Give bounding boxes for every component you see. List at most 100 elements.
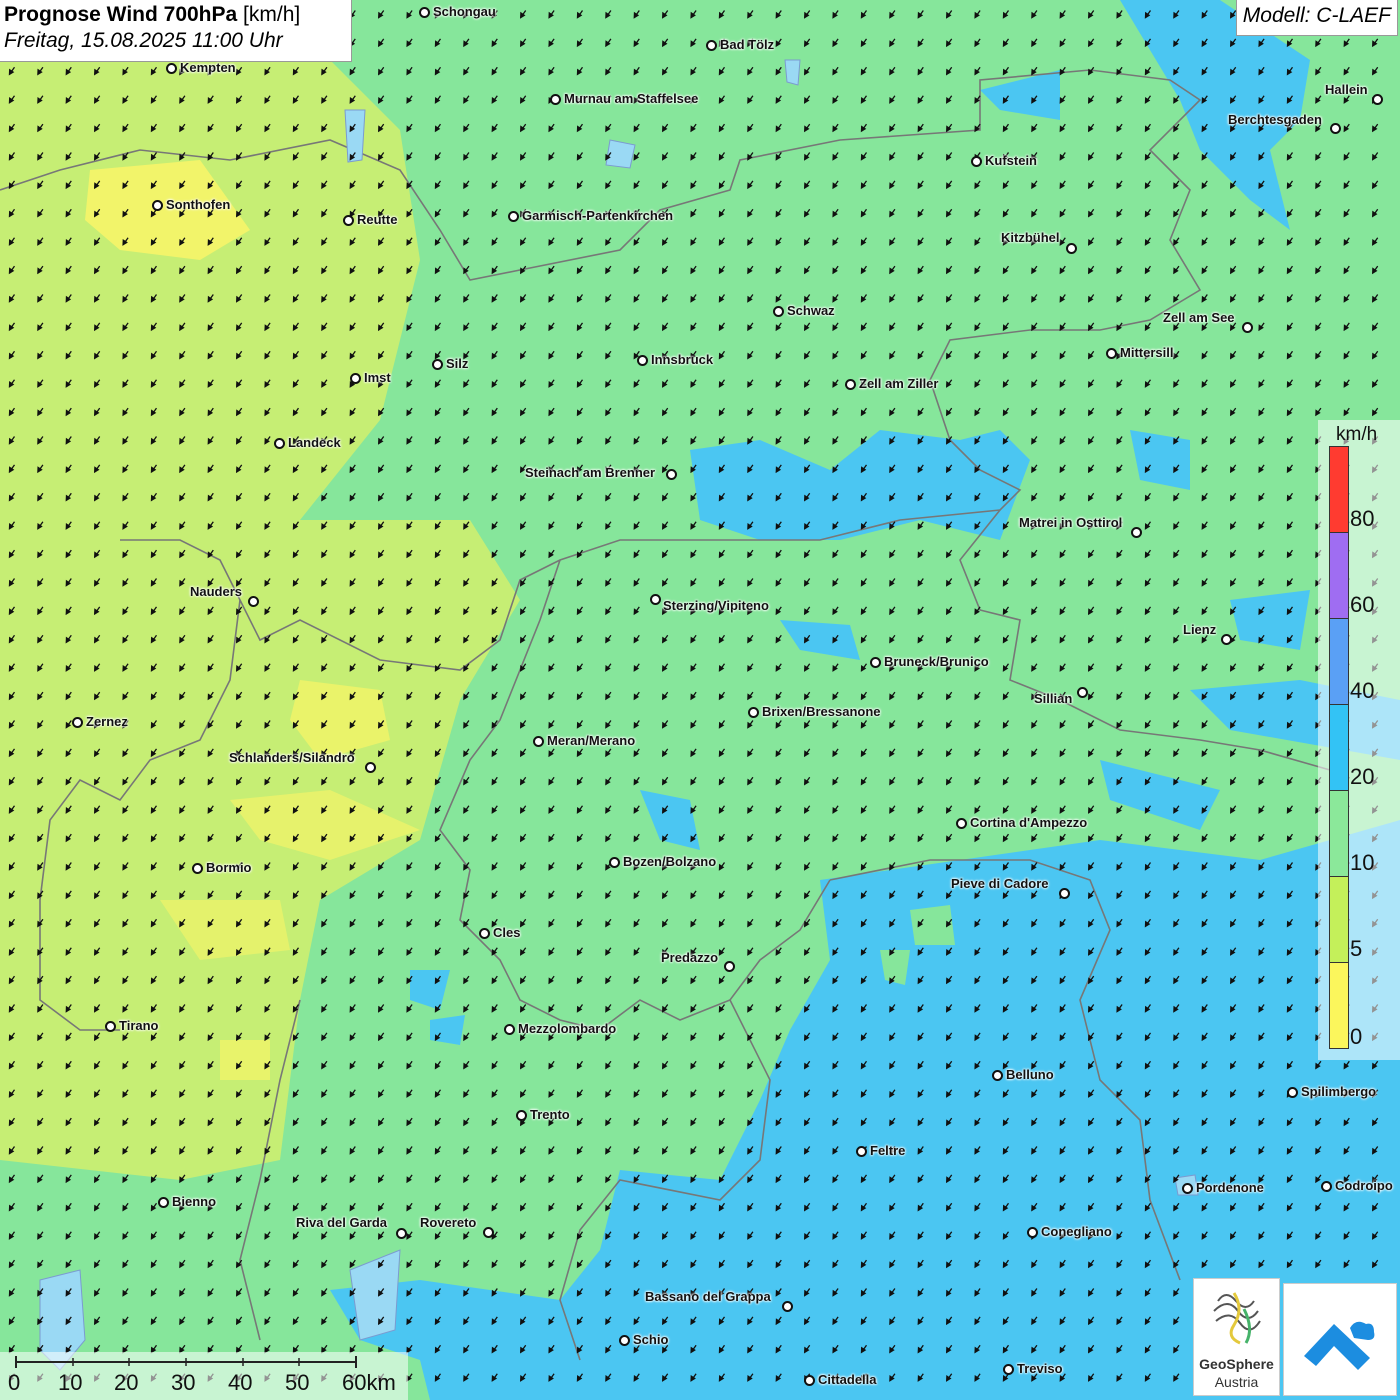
city-marker [72, 717, 83, 728]
city-marker [152, 200, 163, 211]
city-marker [1003, 1364, 1014, 1375]
legend-label: 20 [1350, 764, 1375, 789]
scale-label: 0 [8, 1370, 21, 1395]
city-marker [870, 657, 881, 668]
city-marker [609, 857, 620, 868]
city-label: Rovereto [420, 1215, 477, 1230]
city-label: Sterzing/Vipiteno [663, 598, 769, 613]
city-marker [158, 1197, 169, 1208]
city-label: Bormio [206, 860, 252, 875]
city-marker [1059, 888, 1070, 899]
legend-label: 80 [1350, 506, 1375, 531]
city-marker [516, 1110, 527, 1121]
scale-label: 30 [171, 1370, 196, 1395]
legend-label: 5 [1350, 936, 1363, 961]
city-marker [1077, 687, 1088, 698]
city-label: Garmisch-Partenkirchen [522, 208, 674, 223]
legend-label: 60 [1350, 592, 1375, 617]
city-marker [365, 762, 376, 773]
city-label: Kitzbühel [1001, 230, 1060, 245]
legend-label: 0 [1350, 1024, 1363, 1049]
city-marker [845, 379, 856, 390]
city-marker [1330, 123, 1341, 134]
city-marker [956, 818, 967, 829]
city-label: Codroipo [1335, 1178, 1393, 1193]
city-marker [1106, 348, 1117, 359]
scale-label: 50 [285, 1370, 310, 1395]
city-label: Bienno [172, 1194, 217, 1209]
city-marker [856, 1146, 867, 1157]
city-marker [706, 40, 717, 51]
city-label: Riva del Garda [296, 1215, 388, 1230]
city-label: Steinach am Brenner [525, 465, 656, 480]
city-marker [432, 359, 443, 370]
city-marker [1242, 322, 1253, 333]
scale-label: 40 [228, 1370, 253, 1395]
city-label: Belluno [1006, 1067, 1054, 1082]
city-label: Mezzolombardo [518, 1021, 617, 1036]
city-marker [1372, 94, 1383, 105]
legend-band [1329, 876, 1349, 963]
city-marker [724, 961, 735, 972]
legend-band [1329, 704, 1349, 791]
city-label: Zell am Ziller [859, 376, 939, 391]
city-label: Nauders [190, 584, 243, 599]
city-label: Cortina d'Ampezzo [970, 815, 1088, 830]
city-marker [248, 596, 259, 607]
city-label: Silz [446, 356, 469, 371]
city-label: Bad Tölz [720, 37, 775, 52]
legend-band [1329, 446, 1349, 533]
city-label: Kempten [180, 60, 236, 75]
city-marker [637, 355, 648, 366]
city-label: Bruneck/Brunico [884, 654, 989, 669]
city-label: Meran/Merano [547, 733, 636, 748]
city-marker [650, 594, 661, 605]
city-marker [419, 7, 430, 18]
city-label: Lienz [1183, 622, 1217, 637]
city-label: Zernez [86, 714, 128, 729]
city-label: Berchtesgaden [1228, 112, 1322, 127]
city-marker [1131, 527, 1142, 538]
title-box: Prognose Wind 700hPa [km/h] Freitag, 15.… [0, 0, 352, 62]
city-label: Treviso [1017, 1361, 1063, 1376]
city-label: Pieve di Cadore [951, 876, 1049, 891]
city-marker [483, 1227, 494, 1238]
mountain-icon [1304, 1321, 1375, 1370]
city-marker [773, 306, 784, 317]
city-marker [1221, 634, 1232, 645]
legend-band [1329, 962, 1349, 1049]
city-label: Matrei in Osttirol [1019, 515, 1123, 530]
city-marker [550, 94, 561, 105]
scale-label: 20 [114, 1370, 139, 1395]
city-label: Cittadella [818, 1372, 877, 1387]
city-label: Imst [364, 370, 391, 385]
map-title-unit: [km/h] [237, 3, 301, 26]
city-label: Schio [633, 1332, 669, 1347]
city-marker [1066, 243, 1077, 254]
city-marker [479, 928, 490, 939]
city-marker [274, 438, 285, 449]
city-label: Murnau am Staffelsee [564, 91, 699, 106]
city-marker [508, 211, 519, 222]
city-label: Bassano del Grappa [645, 1289, 771, 1304]
city-label: Reutte [357, 212, 398, 227]
city-label: Sillian [1034, 691, 1073, 706]
map-title-main: Prognose Wind 700hPa [4, 3, 238, 26]
city-label: Tirano [119, 1018, 159, 1033]
city-marker [992, 1070, 1003, 1081]
legend-label: 40 [1350, 678, 1375, 703]
geosphere-logo-icon [1213, 1292, 1261, 1345]
city-marker [105, 1021, 116, 1032]
city-label: Pordenone [1196, 1180, 1264, 1195]
city-marker [748, 707, 759, 718]
city-marker [1321, 1181, 1332, 1192]
city-label: Schlanders/Silandro [229, 750, 355, 765]
city-marker [1027, 1227, 1038, 1238]
map-title: Prognose Wind 700hPa [km/h] [4, 3, 347, 27]
city-marker [1287, 1087, 1298, 1098]
city-marker [782, 1301, 793, 1312]
geosphere-subname: Austria [1214, 1374, 1259, 1390]
model-label: Modell: C-LAEF [1235, 0, 1398, 36]
city-marker [350, 373, 361, 384]
city-marker [666, 469, 677, 480]
